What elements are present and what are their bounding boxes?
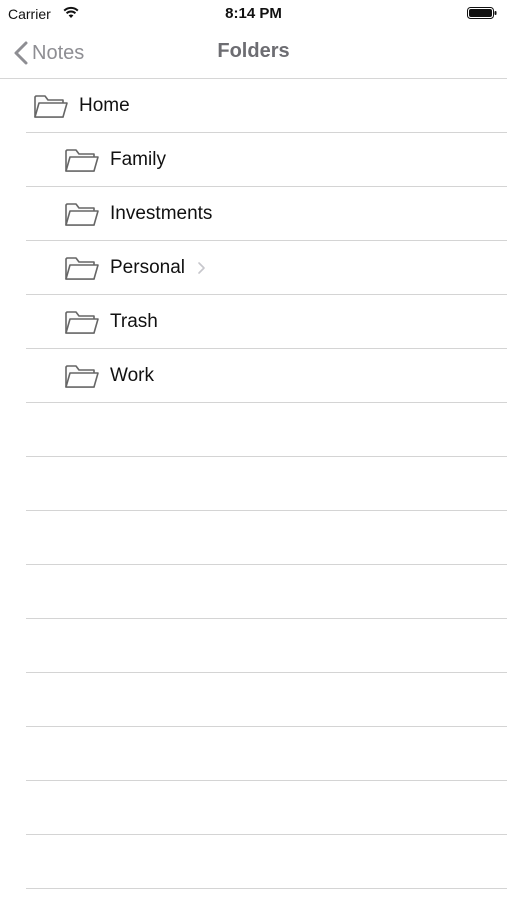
empty-row — [26, 673, 507, 727]
folder-label: Investments — [110, 202, 213, 224]
empty-row — [26, 619, 507, 673]
folder-row-work[interactable]: Work — [26, 349, 507, 403]
folder-label: Personal — [110, 256, 185, 278]
folder-label: Home — [79, 94, 130, 116]
folder-icon — [65, 202, 99, 226]
chevron-right-icon[interactable] — [197, 261, 206, 275]
empty-row — [26, 835, 507, 889]
empty-row — [26, 403, 507, 457]
folder-label: Trash — [110, 310, 158, 332]
folder-label: Work — [110, 364, 154, 386]
folder-icon — [65, 364, 99, 388]
empty-row — [26, 727, 507, 781]
folder-row-home[interactable]: Home — [26, 79, 507, 133]
folder-icon — [34, 94, 68, 118]
folder-list: Home Family Investments Personal Trash W… — [0, 79, 507, 889]
clock: 8:14 PM — [225, 5, 282, 22]
folder-row-trash[interactable]: Trash — [26, 295, 507, 349]
folder-row-personal[interactable]: Personal — [26, 241, 507, 295]
folder-icon — [65, 256, 99, 280]
folder-row-investments[interactable]: Investments — [26, 187, 507, 241]
navigation-bar: Notes Folders — [0, 28, 507, 79]
status-bar: Carrier 8:14 PM — [0, 0, 507, 28]
empty-row — [26, 457, 507, 511]
folder-row-family[interactable]: Family — [26, 133, 507, 187]
battery-icon — [467, 7, 497, 19]
empty-row — [26, 511, 507, 565]
folder-label: Family — [110, 148, 166, 170]
folder-icon — [65, 148, 99, 172]
page-title: Folders — [217, 40, 290, 62]
empty-row — [26, 781, 507, 835]
empty-row — [26, 565, 507, 619]
folder-icon — [65, 310, 99, 334]
